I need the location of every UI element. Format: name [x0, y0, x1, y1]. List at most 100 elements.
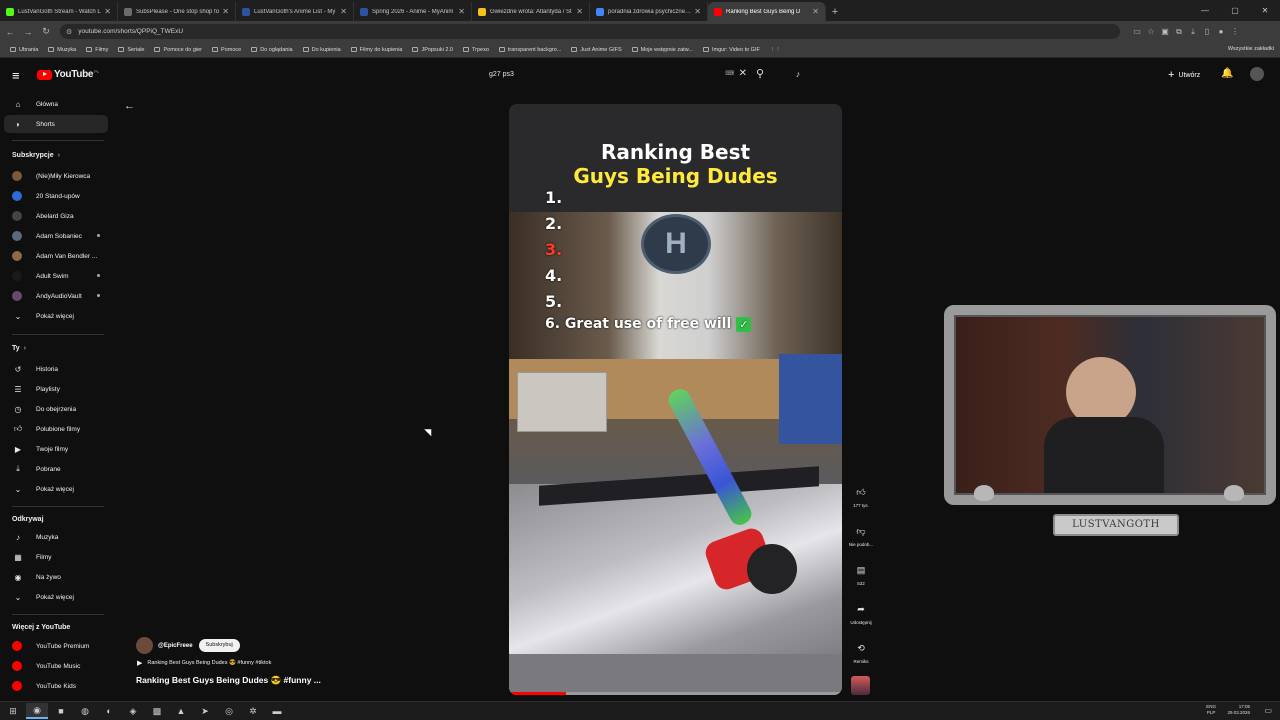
browser-tab[interactable]: SubsPlease - One stop shop fo ✕: [118, 2, 236, 21]
remix-button[interactable]: ⟲ Remiks: [847, 640, 875, 664]
share-button[interactable]: ➦ Udostępnij: [847, 601, 875, 625]
clear-search-icon[interactable]: ✕: [739, 68, 747, 79]
apps-grid-icon[interactable]: ⋮⋮: [770, 47, 781, 53]
tab-close-icon[interactable]: ✕: [694, 7, 701, 16]
all-bookmarks[interactable]: Wszystkie zakładki: [1228, 46, 1274, 52]
sidebar-subscription[interactable]: Adam Sobaniec: [4, 227, 108, 245]
maximize-icon[interactable]: ▢: [1220, 0, 1250, 21]
menu-icon[interactable]: ≡: [12, 68, 20, 83]
sidebar-subscription[interactable]: Abelard Giza: [4, 207, 108, 225]
comments-button[interactable]: ▤ 532: [847, 562, 875, 586]
sidebar-item-playlists[interactable]: ☰ Playlisty: [4, 380, 108, 398]
sidebar-subscription[interactable]: AndyAudioVault: [4, 287, 108, 305]
bookmark-item[interactable]: transparent backgro...: [498, 47, 561, 53]
vlc-icon[interactable]: ▲: [170, 703, 192, 719]
like-button[interactable]: 👍︎ 177 tys.: [847, 484, 875, 508]
bookmark-item[interactable]: Filmy do kupienia: [350, 47, 402, 53]
bookmark-item[interactable]: Seriale: [118, 47, 144, 53]
keyboard-language[interactable]: ENG PLP: [1206, 704, 1216, 716]
sidebar-item-your-videos[interactable]: ▶ Twoje filmy: [4, 440, 108, 458]
sidebar-item-home[interactable]: ⌂ Główna: [4, 95, 108, 113]
forward-icon[interactable]: →: [20, 27, 36, 37]
tab-close-icon[interactable]: ✕: [104, 7, 111, 16]
bookmark-item[interactable]: Moje wstępnie zatw...: [631, 47, 693, 53]
browser-tab[interactable]: poradnia zdrowia psychicznego ✕: [590, 2, 708, 21]
reload-icon[interactable]: ↻: [38, 26, 54, 37]
bookmark-star-icon[interactable]: ☆: [1144, 27, 1158, 37]
dislike-button[interactable]: 👎︎ Nie podob...: [847, 523, 875, 547]
tab-close-icon[interactable]: ✕: [576, 7, 583, 16]
sidebar-subscription[interactable]: 20 Stand-upów: [4, 187, 108, 205]
sidebar-item-history[interactable]: ↺ Historia: [4, 360, 108, 378]
keyboard-icon[interactable]: ⌨: [725, 70, 734, 77]
sidebar-show-more[interactable]: ⌄ Pokaż więcej: [4, 307, 108, 325]
browser-tab[interactable]: LustVanGoth Stream - Watch L ✕: [0, 2, 118, 21]
new-tab-icon[interactable]: +: [826, 2, 844, 21]
kick-icon[interactable]: ■: [50, 703, 72, 719]
browser-tab[interactable]: Gwiezdne wrota: Atlantyda / St ✕: [472, 2, 590, 21]
extensions-puzzle-icon[interactable]: ⧉: [1172, 27, 1186, 37]
bookmark-item[interactable]: Ubrania: [10, 47, 38, 53]
back-arrow-icon[interactable]: ←: [124, 100, 135, 112]
sidebar-subscription[interactable]: Adult Swim: [4, 267, 108, 285]
browser-tab[interactable]: Ranking Best Guys Being D ✕: [708, 2, 826, 21]
tab-close-icon[interactable]: ✕: [340, 7, 347, 16]
browser-tab[interactable]: Spring 2026 - Anime - MyAnim ✕: [354, 2, 472, 21]
search-icon[interactable]: ⚲: [756, 67, 764, 80]
sidepanel-icon[interactable]: ▯: [1200, 27, 1214, 37]
minimize-icon[interactable]: —: [1190, 0, 1220, 21]
shorts-player[interactable]: H Ranking Best Guys Being Dudes 1. 2. 3. 4.…: [509, 104, 842, 695]
sound-thumbnail[interactable]: [851, 676, 870, 695]
sidebar-you-header[interactable]: Ty ›: [12, 345, 26, 352]
channel-handle[interactable]: @EpicFreee: [158, 643, 193, 649]
downloads-icon[interactable]: ⤓: [1186, 27, 1200, 37]
chatgpt-icon[interactable]: ✲: [242, 703, 264, 719]
url-field[interactable]: ⚙ youtube.com/shorts/QPPiQ_TWExU: [60, 24, 1120, 39]
telegram-icon[interactable]: ➤: [194, 703, 216, 719]
sidebar-item-shorts[interactable]: ◗ Shorts: [4, 115, 108, 133]
browser-tab[interactable]: LustVanGoth's Anime List - My ✕: [236, 2, 354, 21]
file-explorer-icon[interactable]: ▬: [266, 703, 288, 719]
tab-close-icon[interactable]: ✕: [458, 7, 465, 16]
sidebar-item-youtube-app[interactable]: YouTube Premium: [4, 637, 108, 655]
obs-icon[interactable]: ◎: [218, 703, 240, 719]
sidebar-item-youtube-app[interactable]: YouTube Music: [4, 657, 108, 675]
windows-start-icon[interactable]: ⊞: [2, 703, 24, 719]
bookmark-item[interactable]: Do kupienia: [302, 47, 341, 53]
youtube-logo[interactable]: YouTube PL: [37, 69, 99, 80]
profile-icon[interactable]: ●: [1214, 27, 1228, 37]
site-info-icon[interactable]: ⚙: [66, 28, 72, 36]
chrome-icon[interactable]: ◉: [26, 703, 48, 719]
bookmark-item[interactable]: Muzyka: [48, 47, 76, 53]
sidebar-item-live[interactable]: ◉ Na żywo: [4, 568, 108, 586]
sidebar-subscription[interactable]: Adam Van Bendler ...: [4, 247, 108, 265]
channel-avatar[interactable]: [136, 637, 153, 654]
search-input[interactable]: g27 ps3 ⌨ ✕: [481, 65, 749, 83]
sidebar-explore-header[interactable]: Odkrywaj: [12, 516, 44, 523]
browser-menu-icon[interactable]: ⋮: [1228, 27, 1242, 37]
sidebar-item-watch-later[interactable]: ◷ Do obejrzenia: [4, 400, 108, 418]
steam-icon[interactable]: ▩: [146, 703, 168, 719]
bookmark-item[interactable]: Just Anime GIFS: [571, 47, 622, 53]
bookmark-item[interactable]: Trpexo: [462, 47, 489, 53]
bookmark-item[interactable]: JPopsuki 2.0: [412, 47, 453, 53]
close-window-icon[interactable]: ✕: [1250, 0, 1280, 21]
sidebar-subscription[interactable]: (Nie)Miły Kierowca: [4, 167, 108, 185]
sidebar-show-more[interactable]: ⌄ Pokaż więcej: [4, 588, 108, 606]
bookmark-item[interactable]: Do oglądania: [251, 47, 293, 53]
sidebar-item-music[interactable]: ♪ Muzyka: [4, 528, 108, 546]
notifications-icon[interactable]: 🔔: [1221, 68, 1233, 79]
sidebar-more-header[interactable]: Więcej z YouTube: [12, 624, 70, 631]
bookmark-item[interactable]: Imgur: Video to GIF: [702, 47, 760, 53]
create-button[interactable]: + Utwórz: [1168, 69, 1200, 81]
tab-close-icon[interactable]: ✕: [812, 7, 819, 16]
discord-icon[interactable]: ◈: [122, 703, 144, 719]
tab-close-icon[interactable]: ✕: [222, 7, 229, 16]
extension-icon[interactable]: ▣: [1158, 27, 1172, 37]
edge-icon[interactable]: ◍: [74, 703, 96, 719]
sidebar-item-downloads[interactable]: ⤓ Pobrane: [4, 460, 108, 478]
cast-icon[interactable]: ▭: [1130, 27, 1144, 37]
norton-icon[interactable]: ◐: [98, 703, 120, 719]
bookmark-item[interactable]: Pomoce: [212, 47, 241, 53]
bookmark-item[interactable]: Filmy: [86, 47, 108, 53]
